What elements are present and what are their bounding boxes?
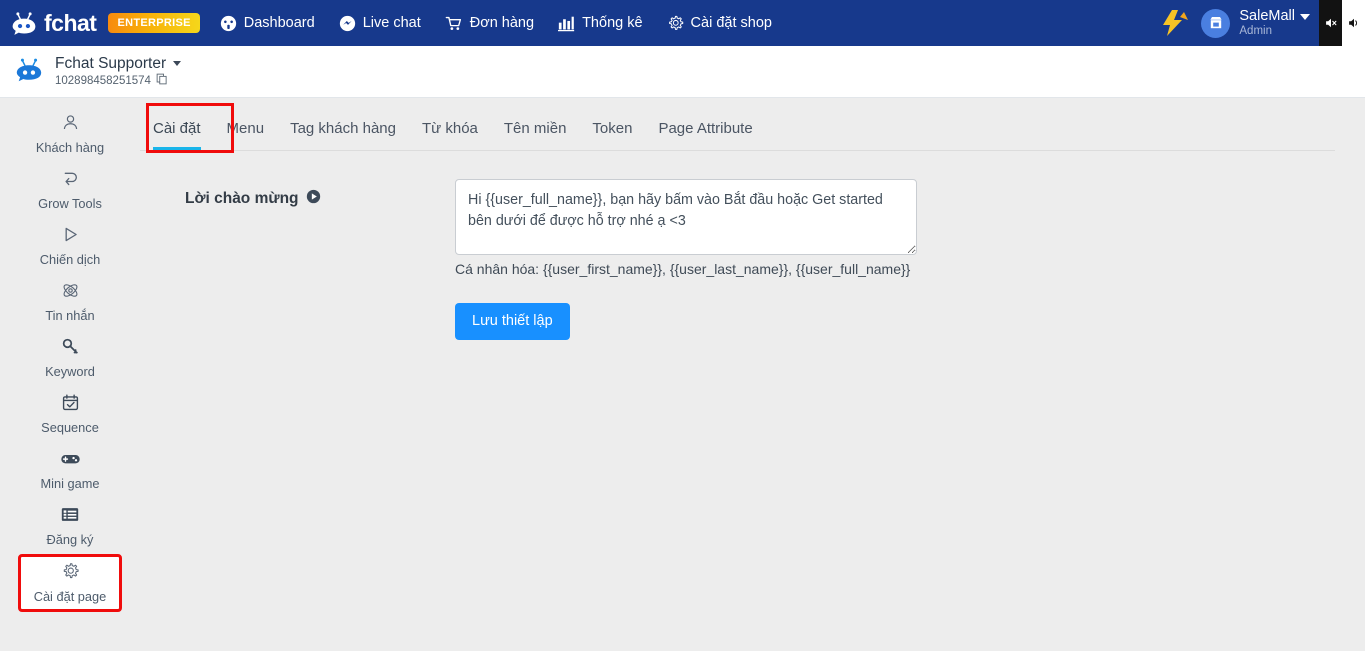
bar-chart-icon	[558, 15, 575, 32]
page-id: 102898458251574	[55, 75, 151, 87]
sidebar-item-label: Sequence	[41, 420, 99, 435]
greeting-label: Lời chào mừng	[185, 190, 299, 207]
sound-toggle[interactable]	[1319, 0, 1365, 46]
form-field-column: Cá nhân hóa: {{user_first_name}}, {{user…	[455, 179, 1351, 340]
gamepad-icon	[60, 449, 81, 471]
sidebar-item-label: Đăng ký	[46, 532, 94, 547]
page-name-row[interactable]: Fchat Supporter	[55, 54, 182, 73]
nav-item-label: Live chat	[362, 15, 421, 31]
top-nav-right-group: SaleMall Admin	[1158, 0, 1365, 46]
list-icon	[60, 505, 80, 527]
fchat-page-avatar-icon	[14, 54, 44, 89]
sidebar-item-keyword[interactable]: Keyword	[8, 330, 132, 386]
nav-item-label: Cài đặt shop	[690, 15, 772, 31]
sidebar-item-label: Chiến dịch	[39, 252, 101, 267]
nav-item-label: Thống kê	[582, 15, 643, 31]
sidebar-item-cai-dat-page[interactable]: Cài đặt page	[18, 554, 122, 612]
chevron-down-icon[interactable]	[1300, 13, 1310, 20]
key-icon	[61, 337, 80, 359]
tab-token[interactable]: Token	[579, 112, 645, 150]
greeting-textarea[interactable]	[455, 179, 917, 255]
sound-mute-icon	[1319, 16, 1342, 30]
gear-icon	[667, 15, 684, 32]
personalization-helper-text: Cá nhân hóa: {{user_first_name}}, {{user…	[455, 261, 911, 277]
nav-item-thong-ke[interactable]: Thống kê	[558, 15, 643, 32]
play-video-icon[interactable]	[306, 189, 321, 209]
tab-menu[interactable]: Menu	[214, 112, 278, 150]
sidebar-item-label: Khách hàng	[35, 140, 105, 155]
tabs-bar: Cài đặt Menu Tag khách hàng Từ khóa Tên …	[140, 98, 1335, 153]
body-wrapper: Khách hàng Grow Tools Chiến dịch Tin nhắ…	[0, 98, 1365, 650]
fchat-robot-logo-icon	[10, 9, 38, 37]
account-role: Admin	[1239, 24, 1272, 37]
atom-icon	[61, 281, 80, 303]
page-id-row: 102898458251574	[55, 73, 181, 89]
nav-item-label: Đơn hàng	[469, 15, 535, 31]
nav-item-cai-dat-shop[interactable]: Cài đặt shop	[667, 15, 772, 32]
nav-item-dashboard[interactable]: Dashboard	[220, 15, 315, 32]
tab-cai-dat[interactable]: Cài đặt	[140, 112, 214, 150]
greeting-label-row: Lời chào mừng	[185, 189, 455, 209]
tab-page-attribute[interactable]: Page Attribute	[645, 112, 765, 150]
copy-icon[interactable]	[156, 73, 168, 89]
sidebar-item-mini-game[interactable]: Mini game	[8, 442, 132, 498]
account-name: SaleMall	[1239, 8, 1295, 25]
growtools-icon	[61, 169, 80, 191]
dashboard-icon	[220, 15, 237, 32]
sidebar-item-label: Cài đặt page	[33, 589, 107, 604]
sound-on-icon	[1342, 16, 1365, 30]
main-content: Cài đặt Menu Tag khách hàng Từ khóa Tên …	[140, 98, 1365, 650]
sidebar-item-label: Tin nhắn	[45, 308, 95, 323]
left-sidebar: Khách hàng Grow Tools Chiến dịch Tin nhắ…	[0, 98, 140, 650]
enterprise-badge: ENTERPRISE	[108, 12, 200, 34]
chevron-down-icon[interactable]	[173, 60, 182, 66]
sidebar-item-khach-hang[interactable]: Khách hàng	[8, 106, 132, 162]
sidebar-item-grow-tools[interactable]: Grow Tools	[8, 162, 132, 218]
form-label-column: Lời chào mừng	[140, 179, 455, 340]
calendar-check-icon	[61, 393, 80, 415]
nav-item-don-hang[interactable]: Đơn hàng	[445, 15, 534, 32]
top-nav-items: Dashboard Live chat Đơn hàng Thống kê Cà…	[220, 15, 772, 32]
messenger-icon	[339, 15, 356, 32]
sidebar-item-dang-ky[interactable]: Đăng ký	[8, 498, 132, 554]
top-navigation-bar: fchat ENTERPRISE Dashboard Live chat Đơn…	[0, 0, 1365, 46]
sidebar-item-label: Mini game	[40, 476, 100, 491]
page-meta: Fchat Supporter 102898458251574	[55, 54, 182, 90]
sidebar-item-label: Grow Tools	[38, 196, 102, 211]
page-header: Fchat Supporter 102898458251574	[0, 46, 1365, 98]
tab-tu-khoa[interactable]: Từ khóa	[409, 112, 491, 150]
sidebar-item-chien-dich[interactable]: Chiến dịch	[8, 218, 132, 274]
sidebar-item-sequence[interactable]: Sequence	[8, 386, 132, 442]
account-block[interactable]: SaleMall Admin	[1239, 8, 1310, 37]
tab-tag-khach-hang[interactable]: Tag khách hàng	[277, 112, 409, 150]
play-icon	[61, 225, 80, 247]
settings-form: Lời chào mừng Cá nhân hóa: {{user_first_…	[140, 151, 1351, 340]
brand-logo-group[interactable]: fchat	[10, 9, 97, 37]
cart-icon	[445, 15, 463, 32]
page-name: Fchat Supporter	[55, 54, 167, 72]
flash-promo-icon[interactable]	[1158, 8, 1192, 38]
nav-item-live-chat[interactable]: Live chat	[339, 15, 421, 32]
sidebar-item-label: Keyword	[45, 364, 95, 379]
save-settings-button[interactable]: Lưu thiết lập	[455, 303, 570, 340]
user-icon	[61, 113, 80, 135]
gear-icon	[61, 562, 80, 584]
brand-name: fchat	[44, 9, 97, 36]
shop-avatar[interactable]	[1201, 8, 1231, 38]
nav-item-label: Dashboard	[243, 15, 315, 31]
tab-ten-mien[interactable]: Tên miền	[491, 112, 580, 150]
sidebar-item-tin-nhan[interactable]: Tin nhắn	[8, 274, 132, 330]
